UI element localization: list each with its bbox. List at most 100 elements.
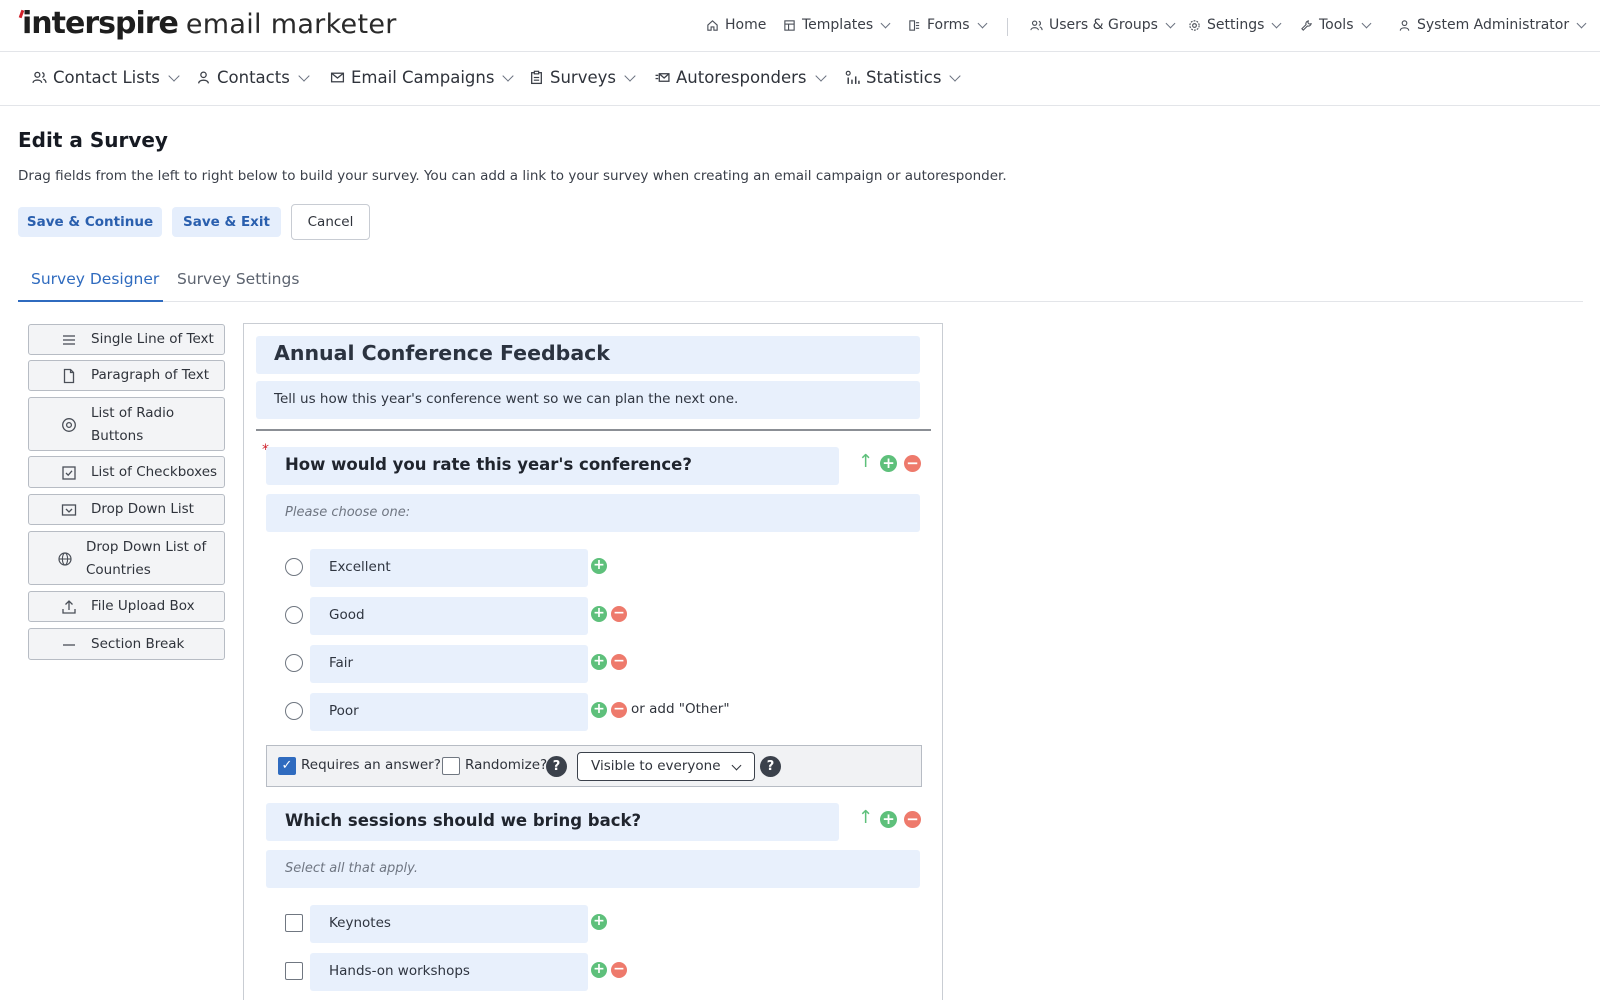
save-exit-button[interactable]: Save & Exit bbox=[172, 207, 281, 237]
palette-label: Section Break bbox=[91, 636, 185, 652]
randomize-label: Randomize? bbox=[465, 757, 548, 773]
cancel-button[interactable]: Cancel bbox=[291, 204, 370, 240]
palette-radio-buttons[interactable]: List of Radio Buttons bbox=[28, 397, 225, 451]
chevron-down-icon bbox=[1576, 18, 1587, 28]
add-other-link[interactable]: or add "Other" bbox=[631, 701, 730, 717]
add-option-icon[interactable]: + bbox=[591, 654, 607, 670]
remove-option-icon[interactable]: − bbox=[611, 962, 627, 978]
palette-countries-list[interactable]: Drop Down List of Countries bbox=[28, 531, 225, 585]
move-up-icon[interactable]: ↑ bbox=[858, 809, 873, 829]
checkbox-icon bbox=[61, 465, 77, 481]
mainnav-statistics[interactable]: Statistics bbox=[845, 68, 962, 87]
help-icon[interactable]: ? bbox=[760, 756, 781, 777]
mainnav-contacts[interactable]: Contacts bbox=[196, 68, 310, 87]
topnav-user-label: System Administrator bbox=[1417, 17, 1570, 33]
home-icon bbox=[707, 19, 718, 31]
question-title-field[interactable]: How would you rate this year's conferenc… bbox=[266, 447, 839, 485]
topnav-users-groups[interactable]: Users & Groups bbox=[1030, 17, 1176, 33]
radio-button[interactable] bbox=[285, 606, 303, 624]
option-field[interactable]: Good bbox=[310, 597, 588, 635]
add-option-icon[interactable]: + bbox=[591, 914, 607, 930]
main-nav: Contact Lists Contacts Email Campaigns S… bbox=[0, 52, 1600, 106]
save-continue-button[interactable]: Save & Continue bbox=[18, 207, 162, 237]
topnav-tools[interactable]: Tools bbox=[1300, 17, 1371, 33]
palette-label: File Upload Box bbox=[91, 598, 195, 614]
logo-brand-text: interspire bbox=[22, 6, 179, 41]
palette-label: List of Checkboxes bbox=[91, 464, 218, 480]
users-icon bbox=[32, 71, 47, 84]
palette-drop-down-list[interactable]: Drop Down List bbox=[28, 494, 225, 525]
option-field[interactable]: Hands-on workshops bbox=[310, 953, 588, 991]
add-option-icon[interactable]: + bbox=[591, 702, 607, 718]
requires-answer-checkbox[interactable]: ✓ bbox=[278, 757, 296, 775]
topnav-forms[interactable]: Forms bbox=[908, 17, 988, 33]
app-logo[interactable]: interspire email marketer bbox=[18, 6, 397, 41]
chevron-down-icon bbox=[1361, 18, 1371, 28]
topnav-templates[interactable]: Templates bbox=[783, 17, 891, 33]
add-question-icon[interactable]: + bbox=[880, 455, 897, 472]
help-icon[interactable]: ? bbox=[546, 756, 567, 777]
palette-label: Drop Down List of bbox=[86, 539, 207, 555]
question-instructions-field[interactable]: Please choose one: bbox=[266, 494, 920, 532]
move-up-icon[interactable]: ↑ bbox=[858, 453, 873, 473]
question-title-field[interactable]: Which sessions should we bring back? bbox=[266, 803, 839, 841]
mainnav-email-campaigns-label: Email Campaigns bbox=[351, 68, 495, 87]
topnav-settings[interactable]: Settings bbox=[1188, 17, 1282, 33]
remove-option-icon[interactable]: − bbox=[611, 606, 627, 622]
tab-survey-settings[interactable]: Survey Settings bbox=[177, 270, 299, 288]
palette-file-upload[interactable]: File Upload Box bbox=[28, 591, 225, 622]
checkbox[interactable] bbox=[285, 962, 303, 980]
add-option-icon[interactable]: + bbox=[591, 606, 607, 622]
option-field[interactable]: Poor bbox=[310, 693, 588, 731]
survey-canvas[interactable]: Annual Conference Feedback Tell us how t… bbox=[243, 323, 943, 1000]
bar-chart-icon bbox=[845, 70, 860, 84]
palette-single-line-text[interactable]: Single Line of Text bbox=[28, 324, 225, 355]
users-icon bbox=[1030, 19, 1043, 30]
lines-icon bbox=[61, 332, 77, 348]
topnav-home[interactable]: Home bbox=[706, 17, 766, 33]
remove-option-icon[interactable]: − bbox=[611, 702, 627, 718]
topnav-templates-label: Templates bbox=[802, 17, 874, 33]
top-bar: interspire email marketer Home Templates… bbox=[0, 0, 1600, 52]
checkbox[interactable] bbox=[285, 914, 303, 932]
dash-icon bbox=[61, 637, 77, 653]
palette-label: Countries bbox=[86, 562, 151, 578]
option-field[interactable]: Excellent bbox=[310, 549, 588, 587]
visibility-select[interactable]: Visible to everyone bbox=[577, 752, 755, 781]
mainnav-email-campaigns[interactable]: Email Campaigns bbox=[330, 68, 515, 87]
survey-description-field[interactable]: Tell us how this year's conference went … bbox=[256, 381, 920, 419]
requires-answer-label: Requires an answer? bbox=[301, 757, 441, 773]
mainnav-autoresponders[interactable]: Autoresponders bbox=[655, 68, 827, 87]
palette-section-break[interactable]: Section Break bbox=[28, 628, 225, 660]
radio-button[interactable] bbox=[285, 558, 303, 576]
option-field[interactable]: Fair bbox=[310, 645, 588, 683]
add-question-icon[interactable]: + bbox=[880, 811, 897, 828]
templates-icon bbox=[784, 19, 795, 31]
remove-question-icon[interactable]: − bbox=[904, 455, 921, 472]
topnav-users-groups-label: Users & Groups bbox=[1049, 17, 1158, 33]
remove-question-icon[interactable]: − bbox=[904, 811, 921, 828]
radio-icon bbox=[61, 417, 77, 433]
radio-button[interactable] bbox=[285, 702, 303, 720]
mainnav-surveys[interactable]: Surveys bbox=[529, 68, 636, 87]
chevron-down-icon bbox=[168, 69, 180, 82]
option-field[interactable]: Keynotes bbox=[310, 905, 588, 943]
remove-option-icon[interactable]: − bbox=[611, 654, 627, 670]
add-option-icon[interactable]: + bbox=[591, 962, 607, 978]
mainnav-contacts-label: Contacts bbox=[217, 68, 290, 87]
chevron-down-icon bbox=[624, 69, 636, 82]
survey-header-divider bbox=[256, 429, 931, 431]
radio-button[interactable] bbox=[285, 654, 303, 672]
question-instructions-field[interactable]: Select all that apply. bbox=[266, 850, 920, 888]
topnav-user-menu[interactable]: System Administrator bbox=[1398, 17, 1587, 33]
chevron-down-icon bbox=[880, 18, 891, 28]
tab-survey-designer[interactable]: Survey Designer bbox=[31, 270, 159, 288]
mainnav-autoresponders-label: Autoresponders bbox=[676, 68, 807, 87]
add-option-icon[interactable]: + bbox=[591, 558, 607, 574]
palette-label: Paragraph of Text bbox=[91, 367, 210, 383]
randomize-checkbox[interactable] bbox=[442, 757, 460, 775]
palette-checkboxes[interactable]: List of Checkboxes bbox=[28, 456, 225, 488]
palette-paragraph-text[interactable]: Paragraph of Text bbox=[28, 360, 225, 391]
survey-title-field[interactable]: Annual Conference Feedback bbox=[256, 336, 920, 374]
mainnav-contact-lists[interactable]: Contact Lists bbox=[32, 68, 180, 87]
